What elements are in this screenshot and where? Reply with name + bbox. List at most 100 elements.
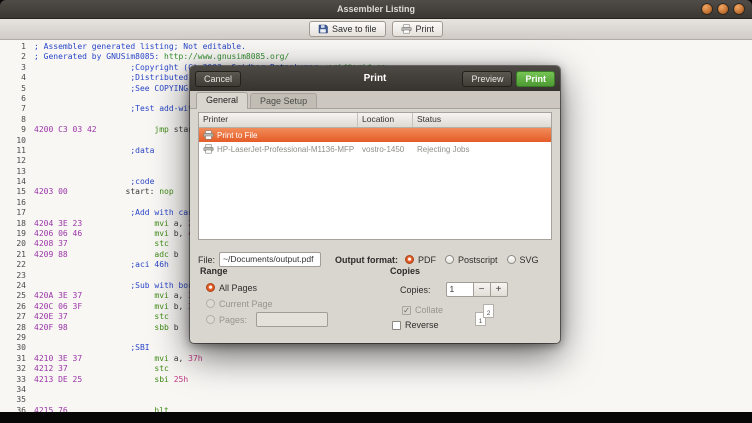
- format-label: Postscript: [458, 254, 498, 265]
- line-number: 17: [16, 208, 26, 218]
- line-code: 4203 00 start: nop: [34, 187, 174, 197]
- column-header-status[interactable]: Status: [413, 113, 551, 127]
- toolbar: Save to file Print: [0, 19, 752, 40]
- printer-icon: [203, 144, 214, 154]
- floppy-icon: [318, 24, 328, 34]
- line-number: 4: [21, 73, 26, 83]
- line-number: 25: [16, 291, 26, 301]
- line-code: 4208 37 stc: [34, 239, 169, 249]
- cancel-button[interactable]: Cancel: [195, 70, 242, 87]
- line-number: 21: [16, 249, 26, 259]
- line-code: 4210 3E 37 mvi a, 37h: [34, 353, 203, 363]
- collate-page-2: 2: [483, 304, 494, 318]
- output-format-label: Output format:: [335, 254, 399, 265]
- file-label: File:: [198, 254, 216, 265]
- line-number: 31: [16, 353, 26, 363]
- line-code: 4213 DE 25 sbi 25h: [34, 374, 189, 384]
- line-code: ;data: [34, 145, 155, 155]
- format-option-postscript[interactable]: Postscript: [445, 254, 498, 265]
- collate-label: Collate: [415, 305, 444, 315]
- tab-general[interactable]: General: [196, 92, 249, 109]
- line-code: 420F 98 sbb b: [34, 322, 179, 332]
- line-number: 26: [16, 301, 26, 311]
- close-button[interactable]: [733, 3, 745, 15]
- line-code: ;Distributed under: [34, 73, 218, 83]
- line-number: 6: [21, 93, 26, 103]
- copies-row: Copies: 1 − +: [400, 282, 508, 297]
- line-code: 4209 88 adc b: [34, 249, 179, 259]
- preview-button[interactable]: Preview: [462, 70, 513, 87]
- line-number: 27: [16, 312, 26, 322]
- pages-input[interactable]: [256, 312, 329, 327]
- line-number: 35: [16, 395, 26, 405]
- listing-line: 1 ; Assembler generated listing; Not edit…: [0, 42, 752, 52]
- line-code: 4204 3E 23 mvi a, 23h: [34, 218, 203, 228]
- format-option-pdf[interactable]: PDF: [405, 254, 436, 265]
- printer-status-cell: Rejecting Jobs: [417, 144, 470, 154]
- format-label: PDF: [418, 254, 437, 265]
- maximize-button[interactable]: [717, 3, 729, 15]
- line-code: ;See COPYING file: [34, 83, 213, 93]
- collate-checkbox[interactable]: [402, 305, 411, 315]
- line-code: ;aci 46h: [34, 260, 169, 270]
- print-dialog: Cancel Print Preview Print General Page …: [190, 66, 560, 343]
- column-header-location[interactable]: Location: [358, 113, 413, 127]
- line-number: 20: [16, 239, 26, 249]
- line-code: 420A 3E 37 mvi a, 37h: [34, 291, 203, 301]
- line-code: 4212 37 stc: [34, 364, 169, 374]
- minimize-button[interactable]: [701, 3, 713, 15]
- copies-label: Copies:: [400, 284, 431, 295]
- line-number: 22: [16, 260, 26, 270]
- range-option-label: All Pages: [219, 282, 258, 293]
- line-number: 9: [21, 125, 26, 135]
- line-number: 36: [16, 405, 26, 412]
- copies-input[interactable]: 1: [445, 282, 474, 297]
- format-label: SVG: [519, 254, 539, 265]
- tab-page-setup[interactable]: Page Setup: [250, 93, 318, 108]
- line-code: ;Add with carry: [34, 208, 203, 218]
- decrement-copies-button[interactable]: −: [473, 282, 491, 297]
- line-number: 33: [16, 374, 26, 384]
- range-option-all-pages[interactable]: All Pages: [206, 282, 328, 293]
- line-number: 16: [16, 197, 26, 207]
- range-option-label: Current Page: [219, 298, 273, 309]
- printer-row[interactable]: Print to File: [199, 128, 551, 142]
- format-option-svg[interactable]: SVG: [506, 254, 539, 265]
- print-button[interactable]: Print: [516, 70, 555, 87]
- dialog-title: Print: [363, 73, 387, 84]
- file-input[interactable]: ~/Documents/output.pdf: [219, 252, 322, 267]
- save-to-file-button[interactable]: Save to file: [308, 21, 386, 37]
- line-number: 29: [16, 332, 26, 342]
- listing-line: 34: [0, 385, 752, 395]
- line-number: 18: [16, 218, 26, 228]
- line-number: 23: [16, 270, 26, 280]
- line-number: 15: [16, 187, 26, 197]
- radio-icon: [506, 255, 516, 264]
- window-titlebar: Assembler Listing: [0, 0, 752, 19]
- printer-icon: [401, 24, 412, 34]
- radio-icon: [206, 299, 215, 308]
- print-toolbar-button[interactable]: Print: [391, 21, 444, 37]
- listing-line: 31 4210 3E 37 mvi a, 37h: [0, 354, 752, 364]
- listing-line: 2 ; Generated by GNUSim8085: http://www.g…: [0, 52, 752, 62]
- line-number: 7: [21, 104, 26, 114]
- line-code: ;SBI: [34, 343, 150, 353]
- tab-bar: General Page Setup: [190, 91, 560, 109]
- copies-group-title: Copies: [390, 266, 421, 276]
- column-header-printer[interactable]: Printer: [199, 113, 358, 127]
- line-code: 4200 C3 03 42 jmp start: [34, 125, 198, 135]
- increment-copies-button[interactable]: +: [490, 282, 508, 297]
- reverse-checkbox[interactable]: [392, 320, 401, 330]
- range-option-pages[interactable]: Pages:: [206, 312, 329, 327]
- printer-row[interactable]: HP-LaserJet-Professional-M1136-MFP vostro…: [199, 142, 551, 156]
- listing-line: 33 4213 DE 25 sbi 25h: [0, 375, 752, 385]
- line-number: 32: [16, 364, 26, 374]
- range-option-current-page[interactable]: Current Page: [206, 298, 328, 309]
- printer-list: Printer Location Status Print to File HP-…: [198, 112, 552, 240]
